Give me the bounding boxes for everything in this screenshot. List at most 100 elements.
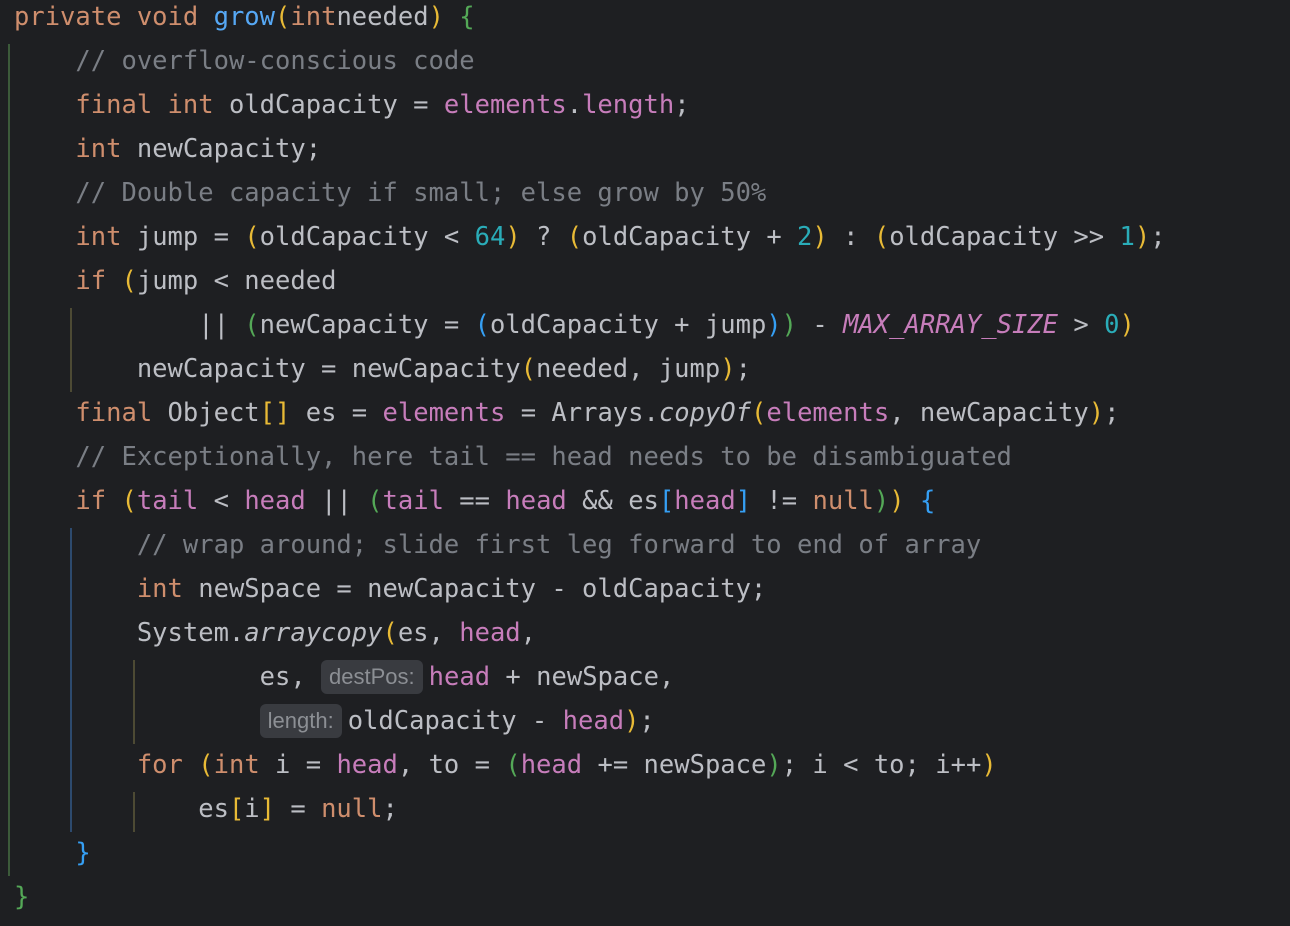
code-line[interactable]: if (tail < head || (tail == head && es[h… <box>14 484 935 528</box>
code-token: head <box>336 750 398 780</box>
code-token: needed <box>336 2 429 32</box>
code-token: // Double capacity if small; else grow b… <box>75 178 767 208</box>
code-editor[interactable]: private void grow(intneeded) { // overfl… <box>0 0 1290 926</box>
code-token: + newSpace, <box>490 662 675 692</box>
code-line[interactable]: } <box>14 836 90 880</box>
code-line[interactable]: // Double capacity if small; else grow b… <box>14 176 766 220</box>
code-token: // wrap around; slide first leg forward … <box>136 530 982 560</box>
code-token: newCapacity = <box>259 310 475 340</box>
code-token: ( <box>244 222 260 252</box>
code-line[interactable]: System.arraycopy(es, head, <box>14 616 536 660</box>
code-token: head <box>505 486 567 516</box>
code-token: ; <box>1150 222 1166 252</box>
code-token: ) <box>1134 222 1151 252</box>
code-token: != <box>751 486 813 516</box>
code-line[interactable]: final Object[] es = elements = Arrays.co… <box>14 396 1119 440</box>
code-token: // overflow-conscious code <box>75 46 475 76</box>
code-token: ( <box>566 222 583 252</box>
code-token: ( <box>751 398 767 428</box>
code-token: 0 <box>1104 310 1120 340</box>
code-token: if <box>75 266 122 296</box>
code-token: [] <box>259 398 291 428</box>
code-token: ) <box>812 222 828 252</box>
code-token: oldCapacity < <box>259 222 475 252</box>
code-token: ) <box>766 310 782 340</box>
code-token: [ <box>228 794 245 824</box>
code-token: elements <box>443 90 567 120</box>
code-token: MAX_ARRAY_SIZE <box>843 310 1059 340</box>
indent-guide <box>132 660 135 744</box>
code-line[interactable]: // Exceptionally, here tail == head need… <box>14 440 1012 484</box>
code-token: { <box>459 2 475 32</box>
code-line[interactable]: private void grow(intneeded) { <box>14 0 475 44</box>
code-token: ( <box>198 750 214 780</box>
code-token: ( <box>520 354 536 384</box>
code-line[interactable]: if (jump < needed <box>14 264 336 308</box>
code-token: ( <box>367 486 383 516</box>
code-token: copyOf <box>658 398 751 428</box>
code-token: ) <box>889 486 905 516</box>
code-token: oldCapacity = <box>228 90 444 120</box>
code-token: Object <box>167 398 260 428</box>
code-token: ) <box>505 222 521 252</box>
code-line[interactable]: int newCapacity; <box>14 132 321 176</box>
code-line[interactable]: // overflow-conscious code <box>14 44 475 88</box>
code-line[interactable]: || (newCapacity = (oldCapacity + jump)) … <box>14 308 1135 352</box>
code-token: int <box>75 134 137 164</box>
code-token: needed, jump <box>536 354 721 384</box>
code-token: || <box>305 486 368 516</box>
code-token: oldCapacity >> <box>889 222 1120 252</box>
code-token: , newCapacity <box>889 398 1089 428</box>
code-token: ( <box>244 310 260 340</box>
code-token: oldCapacity + jump <box>489 310 767 340</box>
code-line[interactable]: final int oldCapacity = elements.length; <box>14 88 689 132</box>
parameter-hint: length: <box>259 704 342 738</box>
code-token: ; <box>735 354 751 384</box>
code-token: } <box>14 882 30 912</box>
code-token: oldCapacity - <box>347 706 563 736</box>
code-token: elements <box>382 398 506 428</box>
indent-guide <box>70 308 73 392</box>
code-line[interactable]: for (int i = head, to = (head += newSpac… <box>14 748 997 792</box>
code-token: , to = <box>397 750 506 780</box>
code-token: head <box>459 618 521 648</box>
code-token: newCapacity; <box>136 134 322 164</box>
code-line[interactable]: int newSpace = newCapacity - oldCapacity… <box>14 572 766 616</box>
code-line[interactable]: length: oldCapacity - head); <box>14 704 655 748</box>
code-token: final <box>75 398 168 428</box>
code-token: ] <box>259 794 276 824</box>
code-token: < <box>198 486 245 516</box>
code-token: ) <box>766 750 782 780</box>
code-token: ; <box>382 794 398 824</box>
code-line[interactable]: newCapacity = newCapacity(needed, jump); <box>14 352 751 396</box>
code-token: final int <box>75 90 229 120</box>
code-token: ; i < to; i++ <box>781 750 982 780</box>
code-token: ( <box>121 266 137 296</box>
code-token: length <box>582 90 675 120</box>
code-token: System. <box>14 618 245 648</box>
code-line[interactable]: int jump = (oldCapacity < 64) ? (oldCapa… <box>14 220 1166 264</box>
code-token: i <box>244 794 260 824</box>
code-token: oldCapacity + <box>582 222 798 252</box>
code-token: 64 <box>474 222 506 252</box>
code-line[interactable]: // wrap around; slide first leg forward … <box>14 528 981 572</box>
code-token: || <box>14 310 245 340</box>
code-token: head <box>562 706 625 736</box>
code-token: int <box>213 750 276 780</box>
code-token: tail <box>382 486 444 516</box>
code-token: ) <box>720 354 736 384</box>
code-token: ( <box>474 310 490 340</box>
code-line[interactable]: es, destPos: head + newSpace, <box>14 660 674 704</box>
code-line[interactable]: } <box>14 880 29 924</box>
code-token: ( <box>873 222 890 252</box>
